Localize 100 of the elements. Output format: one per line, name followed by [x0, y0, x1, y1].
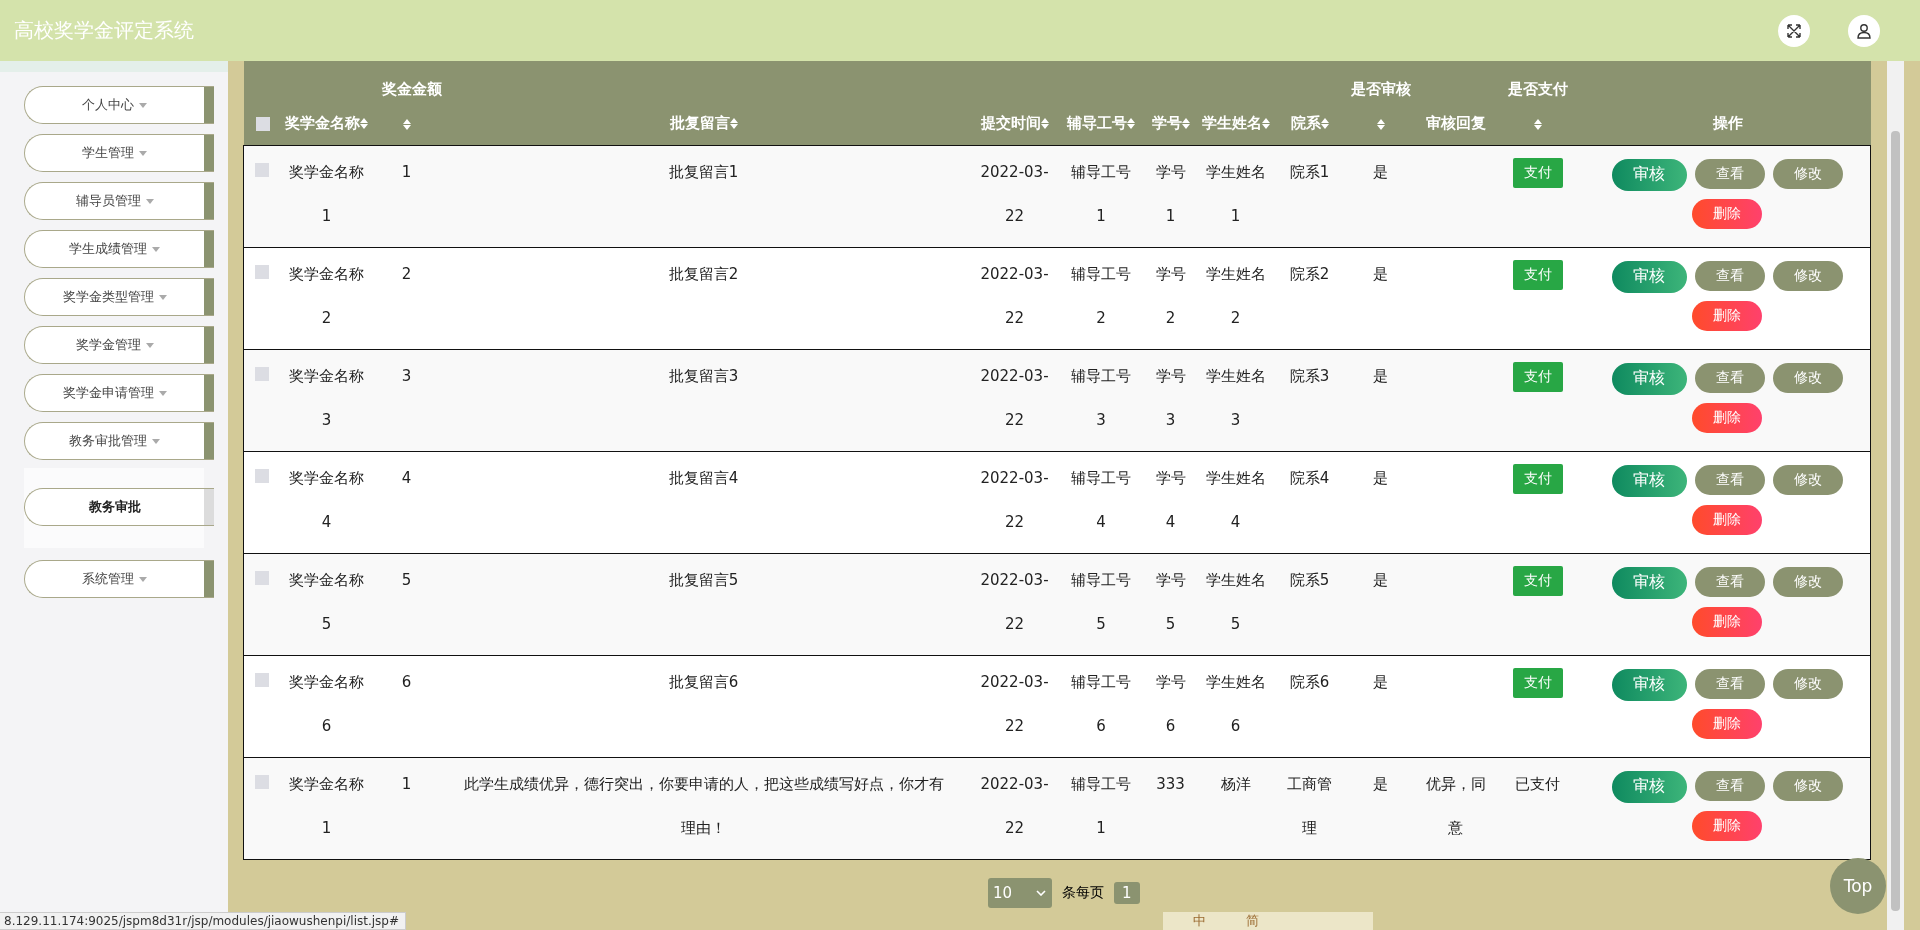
review-button[interactable]: 审核	[1611, 770, 1687, 803]
sort-icon[interactable]	[360, 117, 368, 129]
sidebar-item[interactable]: 教务审批管理	[24, 422, 214, 460]
sidebar-item[interactable]: 系统管理	[24, 560, 214, 598]
sidebar-item[interactable]: 奖学金管理	[24, 326, 214, 364]
table-cell-text: 是	[1373, 161, 1388, 183]
caret-icon	[139, 102, 147, 108]
table-cell-text: 学生姓名1	[1204, 161, 1267, 227]
app-title: 高校奖学金评定系统	[14, 17, 195, 44]
sidebar-item[interactable]: 奖学金类型管理	[24, 278, 214, 316]
submenu-item[interactable]: 教务审批	[24, 488, 214, 526]
table-cell-text: 学号1	[1154, 161, 1187, 227]
sidebar-item[interactable]: 学生成绩管理	[24, 230, 214, 268]
pay-button[interactable]: 支付	[1512, 157, 1563, 188]
table-cell-text: 6	[401, 671, 412, 693]
pay-button[interactable]: 支付	[1512, 565, 1563, 596]
view-button[interactable]: 查看	[1694, 158, 1765, 189]
page-number[interactable]: 1	[1114, 881, 1140, 904]
view-button[interactable]: 查看	[1694, 260, 1765, 291]
checkbox[interactable]	[254, 367, 269, 381]
view-button[interactable]: 查看	[1694, 668, 1765, 699]
sidebar-item[interactable]: 奖学金申请管理	[24, 374, 214, 412]
checkbox[interactable]	[254, 265, 269, 279]
edit-button[interactable]: 修改	[1772, 362, 1843, 393]
caret-icon	[139, 576, 147, 582]
delete-button[interactable]: 删除	[1692, 198, 1763, 229]
checkbox[interactable]	[254, 775, 269, 789]
table-cell-text: 2	[401, 263, 412, 285]
edit-button[interactable]: 修改	[1772, 260, 1843, 291]
checkbox[interactable]	[254, 163, 269, 177]
pay-button[interactable]: 支付	[1512, 463, 1563, 494]
table-cell-text: 学号3	[1154, 365, 1187, 431]
table-cell-text: 辅导工号3	[1070, 365, 1132, 431]
delete-button[interactable]: 删除	[1692, 402, 1763, 433]
ime-toolbar: 中 简	[1163, 912, 1373, 930]
sort-icon[interactable]	[1040, 117, 1049, 129]
table-cell-text: 是	[1373, 671, 1388, 693]
status-url: 8.129.11.174:9025/jspm8d31r/jsp/modules/jiaowushenpi/list.jsp#	[0, 912, 406, 930]
table-cell-text: 学号2	[1154, 263, 1187, 329]
review-button[interactable]: 审核	[1611, 668, 1687, 701]
table-cell-text: 学号6	[1154, 671, 1187, 737]
sidebar-item[interactable]: 辅导员管理	[24, 182, 214, 220]
table-cell-text: 院系5	[1289, 569, 1330, 591]
table-cell-text: 是	[1373, 365, 1388, 387]
back-to-top-button[interactable]: Top	[1830, 858, 1886, 914]
review-button[interactable]: 审核	[1611, 260, 1687, 293]
delete-button[interactable]: 删除	[1692, 300, 1763, 331]
review-button[interactable]: 审核	[1611, 566, 1687, 599]
table-cell-text: 是	[1373, 263, 1388, 285]
table-cell-text: 1	[401, 161, 412, 183]
table-cell-text: 批复留言1	[668, 161, 739, 183]
edit-button[interactable]: 修改	[1772, 668, 1843, 699]
delete-button[interactable]: 删除	[1692, 810, 1763, 841]
user-icon[interactable]	[1848, 14, 1880, 47]
delete-button[interactable]: 删除	[1692, 708, 1763, 739]
view-button[interactable]: 查看	[1694, 566, 1765, 597]
pay-button[interactable]: 支付	[1512, 361, 1563, 392]
page-size-select[interactable]: 10	[988, 877, 1052, 908]
sort-icon[interactable]	[1261, 117, 1270, 129]
sort-icon[interactable]	[729, 117, 738, 129]
table-cell-text: 已支付	[1515, 773, 1560, 795]
caret-icon	[152, 438, 160, 444]
checkbox[interactable]	[254, 673, 269, 687]
sort-icon[interactable]	[1376, 118, 1385, 130]
edit-button[interactable]: 修改	[1772, 464, 1843, 495]
checkbox[interactable]	[255, 117, 270, 131]
sidebar-item[interactable]: 学生管理	[24, 134, 214, 172]
sidebar-item[interactable]: 个人中心	[24, 86, 214, 124]
sort-icon[interactable]	[1127, 117, 1135, 129]
fullscreen-icon[interactable]	[1778, 14, 1810, 47]
sort-icon[interactable]	[1320, 117, 1329, 129]
table-cell-text: 奖学金名称5	[288, 569, 365, 635]
checkbox[interactable]	[254, 571, 269, 585]
view-button[interactable]: 查看	[1694, 362, 1765, 393]
edit-button[interactable]: 修改	[1772, 158, 1843, 189]
table-cell-text: 批复留言3	[668, 365, 739, 387]
table-cell-text: 辅导工号5	[1070, 569, 1132, 635]
view-button[interactable]: 查看	[1694, 770, 1765, 801]
checkbox[interactable]	[254, 469, 269, 483]
table-cell-text: 奖学金名称1	[288, 161, 365, 227]
pay-button[interactable]: 支付	[1512, 667, 1563, 698]
table-cell-text: 1	[401, 773, 412, 795]
view-button[interactable]: 查看	[1694, 464, 1765, 495]
column-header: 操作	[1712, 113, 1743, 132]
review-button[interactable]: 审核	[1611, 158, 1687, 191]
sort-icon[interactable]	[402, 118, 411, 130]
table-cell-text: 3	[401, 365, 412, 387]
review-button[interactable]: 审核	[1611, 362, 1687, 395]
edit-button[interactable]: 修改	[1772, 770, 1843, 801]
table-cell-text: 学生姓名6	[1204, 671, 1267, 737]
delete-button[interactable]: 删除	[1692, 606, 1763, 637]
column-header: 奖金金额	[381, 79, 442, 98]
scrollbar[interactable]	[1887, 61, 1904, 930]
sort-icon[interactable]	[1533, 118, 1542, 130]
edit-button[interactable]: 修改	[1772, 566, 1843, 597]
sort-icon[interactable]	[1181, 117, 1190, 129]
review-button[interactable]: 审核	[1611, 464, 1687, 497]
column-header: 奖学金名称	[285, 113, 360, 132]
delete-button[interactable]: 删除	[1692, 504, 1763, 535]
pay-button[interactable]: 支付	[1512, 259, 1563, 290]
